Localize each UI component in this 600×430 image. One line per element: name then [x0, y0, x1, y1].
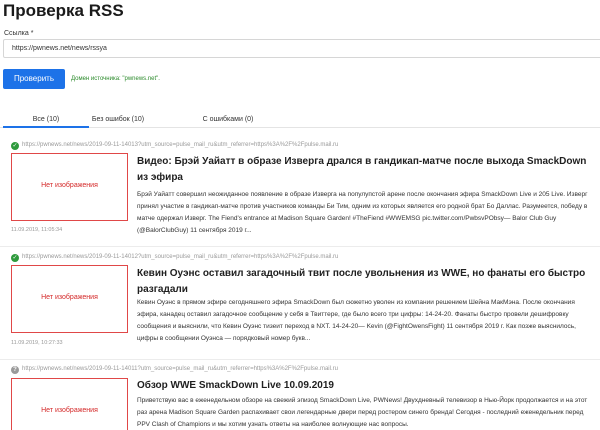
item-description: Приветствую вас в еженедельном обзоре на… [137, 397, 588, 428]
item-url[interactable]: https://pwnews.net/news/2019-09-11-14013… [22, 142, 338, 148]
page-title: Проверка RSS [3, 1, 124, 20]
item-url[interactable]: https://pwnews.net/news/2019-09-11-14011… [22, 366, 338, 372]
item-url[interactable]: https://pwnews.net/news/2019-09-11-14012… [22, 254, 338, 260]
success-check-icon: ✓ [11, 142, 19, 150]
success-check-icon: ✓ [11, 254, 19, 262]
tab-with-errors[interactable]: С ошибками (0) [188, 115, 268, 128]
no-image-text: Нет изображения [41, 407, 98, 414]
tab-no-errors[interactable]: Без ошибок (10) [86, 115, 150, 128]
url-field-label: Ссылка * [4, 30, 34, 37]
item-title[interactable]: Кевин Оуэнс оставил загадочный твит посл… [137, 266, 589, 298]
item-title[interactable]: Видео: Брэй Уайатт в образе Изверга драл… [137, 154, 589, 186]
no-image-text: Нет изображения [41, 182, 98, 189]
no-image-text: Нет изображения [41, 294, 98, 301]
no-image-placeholder: Нет изображения [11, 265, 128, 333]
item-date: 11.09.2019, 10:27:33 [11, 340, 63, 346]
source-domain-text: Домен источника: "pwnews.net". [71, 76, 160, 82]
item-date: 11.09.2019, 11:05:34 [11, 227, 63, 233]
check-button[interactable]: Проверить [3, 69, 65, 89]
item-divider [0, 359, 600, 360]
url-input[interactable] [3, 39, 600, 58]
unknown-status-icon: ? [11, 366, 19, 374]
no-image-placeholder: Нет изображения [11, 378, 128, 430]
tab-all[interactable]: Все (10) [3, 115, 89, 128]
tabs: Все (10) Без ошибок (10) С ошибками (0) [0, 114, 600, 128]
item-description: Кевин Оуэнс в прямом эфире сегодняшнего … [137, 299, 576, 342]
item-description: Брэй Уайатт совершил неожиданное появлен… [137, 191, 588, 234]
item-title[interactable]: Обзор WWE SmackDown Live 10.09.2019 [137, 378, 589, 394]
item-divider [0, 246, 600, 247]
no-image-placeholder: Нет изображения [11, 153, 128, 221]
